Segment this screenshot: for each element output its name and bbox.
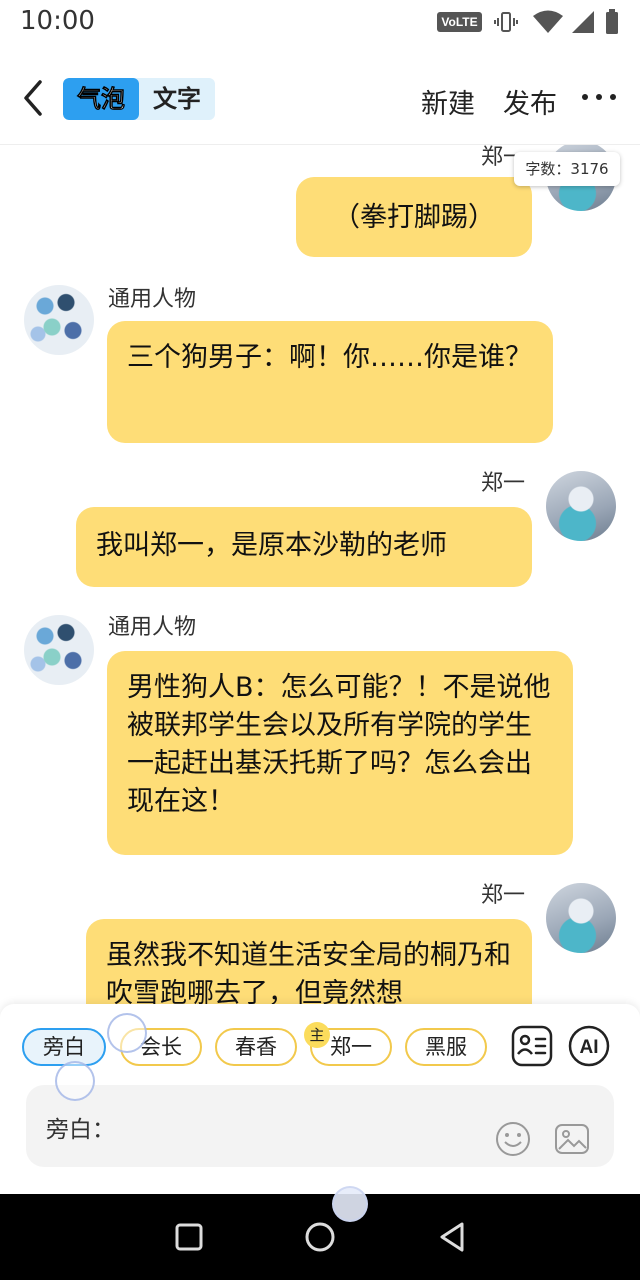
message-bubble[interactable]: 虽然我不知道生活安全局的桐乃和吹雪跑哪去了，但竟然想 bbox=[86, 919, 532, 1004]
message-bubble[interactable]: 三个狗男子：啊！你……你是谁？ bbox=[107, 321, 553, 443]
status-bar: 10:00 VoLTE bbox=[0, 0, 640, 44]
speaker-name: 通用人物 bbox=[108, 615, 197, 640]
input-speaker-prefix: 旁白： bbox=[46, 1117, 115, 1143]
tab-text[interactable]: 文字 bbox=[139, 78, 215, 120]
character-chip-narrator[interactable]: 旁白 bbox=[22, 1028, 106, 1066]
character-chip[interactable]: 春香 bbox=[215, 1028, 297, 1066]
back-button[interactable] bbox=[16, 78, 50, 118]
triangle-back-icon bbox=[440, 1222, 464, 1252]
image-button[interactable] bbox=[554, 1121, 590, 1157]
image-icon bbox=[555, 1124, 589, 1154]
ai-icon: AI bbox=[568, 1025, 610, 1067]
publish-button[interactable]: 发布 bbox=[503, 82, 557, 121]
avatar[interactable] bbox=[24, 615, 94, 685]
message-bubble[interactable]: 我叫郑一，是原本沙勒的老师 bbox=[76, 507, 532, 587]
character-manage-button[interactable] bbox=[511, 1025, 553, 1067]
battery-icon bbox=[606, 9, 618, 34]
touch-indicator bbox=[332, 1186, 368, 1222]
touch-indicator bbox=[55, 1061, 95, 1101]
recents-button[interactable] bbox=[174, 1222, 204, 1252]
message-bubble[interactable]: 男性狗人B：怎么可能？！不是说他被联邦学生会以及所有学院的学生一起赶出基沃托斯了… bbox=[107, 651, 573, 855]
vibrate-icon bbox=[494, 12, 518, 32]
ai-button[interactable]: AI bbox=[568, 1025, 610, 1067]
touch-indicator bbox=[107, 1013, 147, 1053]
chevron-left-icon bbox=[24, 80, 42, 116]
emoji-button[interactable] bbox=[495, 1121, 531, 1157]
avatar[interactable] bbox=[546, 883, 616, 953]
chat-list[interactable]: 郑一 （拳打脚踢） 通用人物 三个狗男子：啊！你……你是谁？ 郑一 我叫郑一，是… bbox=[0, 144, 640, 1004]
back-nav-button[interactable] bbox=[436, 1221, 468, 1253]
app-header: 气泡 文字 新建 发布 bbox=[0, 44, 640, 144]
signal-icon bbox=[572, 11, 594, 33]
main-character-badge: 主 bbox=[304, 1022, 330, 1048]
contact-card-icon bbox=[511, 1025, 553, 1067]
avatar[interactable] bbox=[546, 471, 616, 541]
more-dot bbox=[582, 94, 588, 100]
ai-label: AI bbox=[580, 1037, 599, 1058]
tab-bubble[interactable]: 气泡 bbox=[63, 78, 139, 120]
more-menu-button[interactable] bbox=[582, 88, 616, 108]
system-nav-bar bbox=[0, 1186, 640, 1280]
circle-icon bbox=[305, 1222, 335, 1252]
new-button[interactable]: 新建 bbox=[421, 82, 475, 121]
more-dot bbox=[596, 94, 602, 100]
character-chip[interactable]: 黑服 bbox=[405, 1028, 487, 1066]
square-icon bbox=[175, 1223, 203, 1251]
status-time: 10:00 bbox=[20, 6, 95, 36]
avatar[interactable] bbox=[24, 285, 94, 355]
wifi-icon bbox=[533, 10, 563, 33]
emoji-icon bbox=[496, 1122, 530, 1156]
message-bubble[interactable]: （拳打脚踢） bbox=[296, 177, 532, 257]
more-dot bbox=[610, 94, 616, 100]
speaker-name: 郑一 bbox=[481, 883, 526, 908]
word-count-badge: 字数：3176 bbox=[514, 152, 620, 186]
volte-badge: VoLTE bbox=[437, 12, 482, 32]
home-button[interactable] bbox=[303, 1220, 337, 1254]
mode-switch: 气泡 文字 bbox=[63, 78, 215, 120]
speaker-name: 通用人物 bbox=[108, 287, 197, 312]
speaker-name: 郑一 bbox=[481, 471, 526, 496]
